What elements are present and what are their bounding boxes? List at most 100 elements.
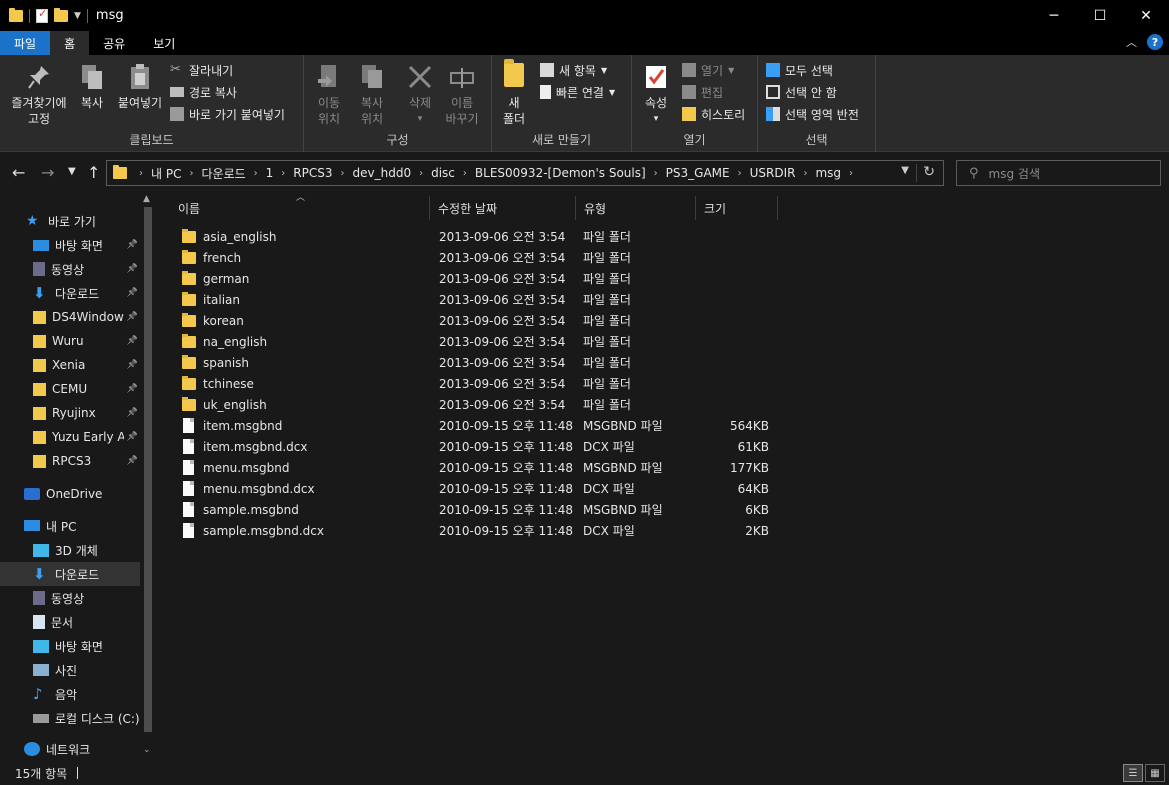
file-row[interactable]: item.msgbnd 2010-09-15 오후 11:48 MSGBND 파일 5… xyxy=(176,415,776,436)
chevron-right-icon[interactable]: › xyxy=(281,168,285,179)
file-row[interactable]: menu.msgbnd 2010-09-15 오후 11:48 MSGBND 파일 1… xyxy=(176,457,776,478)
search-input[interactable]: ⚲ msg 검색 xyxy=(956,160,1161,186)
paste-shortcut-button[interactable]: 바로 가기 붙여넣기 xyxy=(170,104,285,124)
file-row[interactable]: sample.msgbnd 2010-09-15 오후 11:48 MSGBND 파… xyxy=(176,499,776,520)
file-row[interactable]: tchinese 2013-09-06 오전 3:54 파일 폴더 xyxy=(176,373,776,394)
chevron-right-icon[interactable]: › xyxy=(139,168,143,179)
nav-pinned-item[interactable]: Wuru 📌 xyxy=(0,329,140,353)
cut-button[interactable]: ✂ 잘라내기 xyxy=(170,60,233,80)
chevron-right-icon[interactable]: › xyxy=(419,168,423,179)
breadcrumb-item[interactable]: 다운로드 xyxy=(201,165,245,182)
breadcrumb-item[interactable]: 내 PC xyxy=(151,165,181,182)
file-row[interactable]: menu.msgbnd.dcx 2010-09-15 오후 11:48 DCX 파일… xyxy=(176,478,776,499)
file-row[interactable]: uk_english 2013-09-06 오전 3:54 파일 폴더 xyxy=(176,394,776,415)
breadcrumb-item[interactable]: USRDIR xyxy=(750,166,796,180)
details-view-icon[interactable]: ☰ xyxy=(1123,764,1143,782)
nav-pinned-item[interactable]: RPCS3 📌 xyxy=(0,449,140,473)
recent-locations-icon[interactable]: ▼ xyxy=(68,166,76,177)
scroll-thumb[interactable] xyxy=(144,207,152,732)
chevron-right-icon[interactable]: › xyxy=(341,168,345,179)
copy-button[interactable]: 복사 xyxy=(74,63,110,111)
invert-selection-button[interactable]: 선택 영역 반전 xyxy=(766,104,859,124)
nav-pinned-item[interactable]: ⬇ 다운로드 📌 xyxy=(0,281,140,305)
address-bar[interactable]: › 내 PC › 다운로드 › 1 › RPCS3 › dev_hdd0 › disc › BLES00… xyxy=(106,160,944,186)
new-folder-button[interactable]: 새 폴더 xyxy=(498,59,530,127)
column-header-size[interactable]: 크기 xyxy=(698,196,778,220)
file-row[interactable]: sample.msgbnd.dcx 2010-09-15 오후 11:48 DCX … xyxy=(176,520,776,541)
nav-pc-item[interactable]: 로컬 디스크 (C:) xyxy=(0,706,140,730)
breadcrumb-item[interactable]: PS3_GAME xyxy=(666,166,730,180)
chevron-right-icon[interactable]: › xyxy=(189,168,193,179)
select-all-button[interactable]: 모두 선택 xyxy=(766,60,833,80)
column-header-type[interactable]: 유형 xyxy=(578,196,696,220)
delete-button[interactable]: 삭제 ▾ xyxy=(402,63,438,127)
nav-pinned-item[interactable]: 동영상 📌 xyxy=(0,257,140,281)
file-row[interactable]: na_english 2013-09-06 오전 3:54 파일 폴더 xyxy=(176,331,776,352)
help-icon[interactable]: ? xyxy=(1147,34,1163,50)
collapse-ribbon-icon[interactable]: ︿ xyxy=(1126,34,1137,50)
up-arrow-icon[interactable]: ↑ xyxy=(87,163,100,182)
column-header-name[interactable]: 이름 xyxy=(172,196,430,220)
nav-this-pc[interactable]: 내 PC xyxy=(0,514,140,538)
chevron-right-icon[interactable]: › xyxy=(463,168,467,179)
nav-quick-access[interactable]: ★ 바로 가기 xyxy=(0,209,140,233)
maximize-button[interactable]: ☐ xyxy=(1077,0,1123,31)
pin-to-quick-access-button[interactable]: 즐겨찾기에 고정 xyxy=(6,63,72,127)
chevron-right-icon[interactable]: › xyxy=(654,168,658,179)
open-button[interactable]: 열기 ▼ xyxy=(682,60,734,80)
edit-button[interactable]: 편집 xyxy=(682,82,723,102)
refresh-icon[interactable]: ↻ xyxy=(923,164,935,180)
back-arrow-icon[interactable]: ← xyxy=(12,163,25,182)
file-row[interactable]: korean 2013-09-06 오전 3:54 파일 폴더 xyxy=(176,310,776,331)
properties-button[interactable]: 속성 ▾ xyxy=(638,63,674,127)
minimize-button[interactable]: ─ xyxy=(1031,0,1077,31)
copy-path-button[interactable]: 경로 복사 xyxy=(170,82,237,102)
large-icons-view-icon[interactable]: ▦ xyxy=(1145,764,1165,782)
tab-view[interactable]: 보기 xyxy=(139,31,189,55)
history-button[interactable]: 히스토리 xyxy=(682,104,745,124)
chevron-right-icon[interactable]: › xyxy=(849,168,853,179)
nav-scrollbar[interactable]: ▲ ⌄ xyxy=(140,193,157,761)
nav-pc-item[interactable]: ♪ 음악 xyxy=(0,682,140,706)
breadcrumb-item[interactable]: disc xyxy=(431,166,455,180)
paste-button[interactable]: 붙여넣기 xyxy=(114,63,166,111)
nav-pc-item[interactable]: 바탕 화면 xyxy=(0,634,140,658)
forward-arrow-icon[interactable]: → xyxy=(41,163,54,182)
scroll-up-icon[interactable]: ▲ xyxy=(143,194,150,204)
select-none-button[interactable]: 선택 안 함 xyxy=(766,82,837,102)
breadcrumb-item[interactable]: msg xyxy=(815,166,841,180)
breadcrumb-item[interactable]: dev_hdd0 xyxy=(353,166,412,180)
file-row[interactable]: italian 2013-09-06 오전 3:54 파일 폴더 xyxy=(176,289,776,310)
scroll-down-icon[interactable]: ⌄ xyxy=(143,745,151,755)
tab-home[interactable]: 홈 xyxy=(50,31,90,55)
breadcrumb-item[interactable]: RPCS3 xyxy=(293,166,332,180)
chevron-right-icon[interactable]: › xyxy=(803,168,807,179)
move-to-button[interactable]: 이동 위치 xyxy=(310,63,348,127)
properties-icon[interactable] xyxy=(36,7,48,23)
copy-to-button[interactable]: 복사 위치 xyxy=(352,63,392,127)
new-item-button[interactable]: 새 항목 ▼ xyxy=(540,60,607,80)
easy-access-button[interactable]: 빠른 연결 ▼ xyxy=(540,82,615,102)
close-button[interactable]: ✕ xyxy=(1123,0,1169,31)
customize-dropdown-icon[interactable]: ▼ xyxy=(74,11,81,21)
nav-network[interactable]: 네트워크 xyxy=(0,737,140,761)
address-dropdown-icon[interactable]: ▼ xyxy=(901,165,909,176)
nav-pinned-item[interactable]: DS4Windows 📌 xyxy=(0,305,140,329)
new-folder-icon[interactable] xyxy=(54,7,68,22)
rename-button[interactable]: 이름 바꾸기 xyxy=(442,63,482,127)
chevron-right-icon[interactable]: › xyxy=(254,168,258,179)
tab-share[interactable]: 공유 xyxy=(89,31,139,55)
column-header-date[interactable]: 수정한 날짜 xyxy=(432,196,576,220)
file-row[interactable]: item.msgbnd.dcx 2010-09-15 오후 11:48 DCX 파일… xyxy=(176,436,776,457)
nav-pc-item[interactable]: 사진 xyxy=(0,658,140,682)
nav-pinned-item[interactable]: Yuzu Early Access📌 xyxy=(0,425,140,449)
nav-pc-item[interactable]: 3D 개체 xyxy=(0,538,140,562)
nav-pinned-item[interactable]: Xenia 📌 xyxy=(0,353,140,377)
chevron-right-icon[interactable]: › xyxy=(738,168,742,179)
nav-pc-item[interactable]: ⬇ 다운로드 xyxy=(0,562,140,586)
breadcrumb-item[interactable]: 1 xyxy=(266,166,274,180)
nav-pc-item[interactable]: 동영상 xyxy=(0,586,140,610)
nav-onedrive[interactable]: OneDrive xyxy=(0,482,140,506)
file-row[interactable]: french 2013-09-06 오전 3:54 파일 폴더 xyxy=(176,247,776,268)
nav-pc-item[interactable]: 문서 xyxy=(0,610,140,634)
